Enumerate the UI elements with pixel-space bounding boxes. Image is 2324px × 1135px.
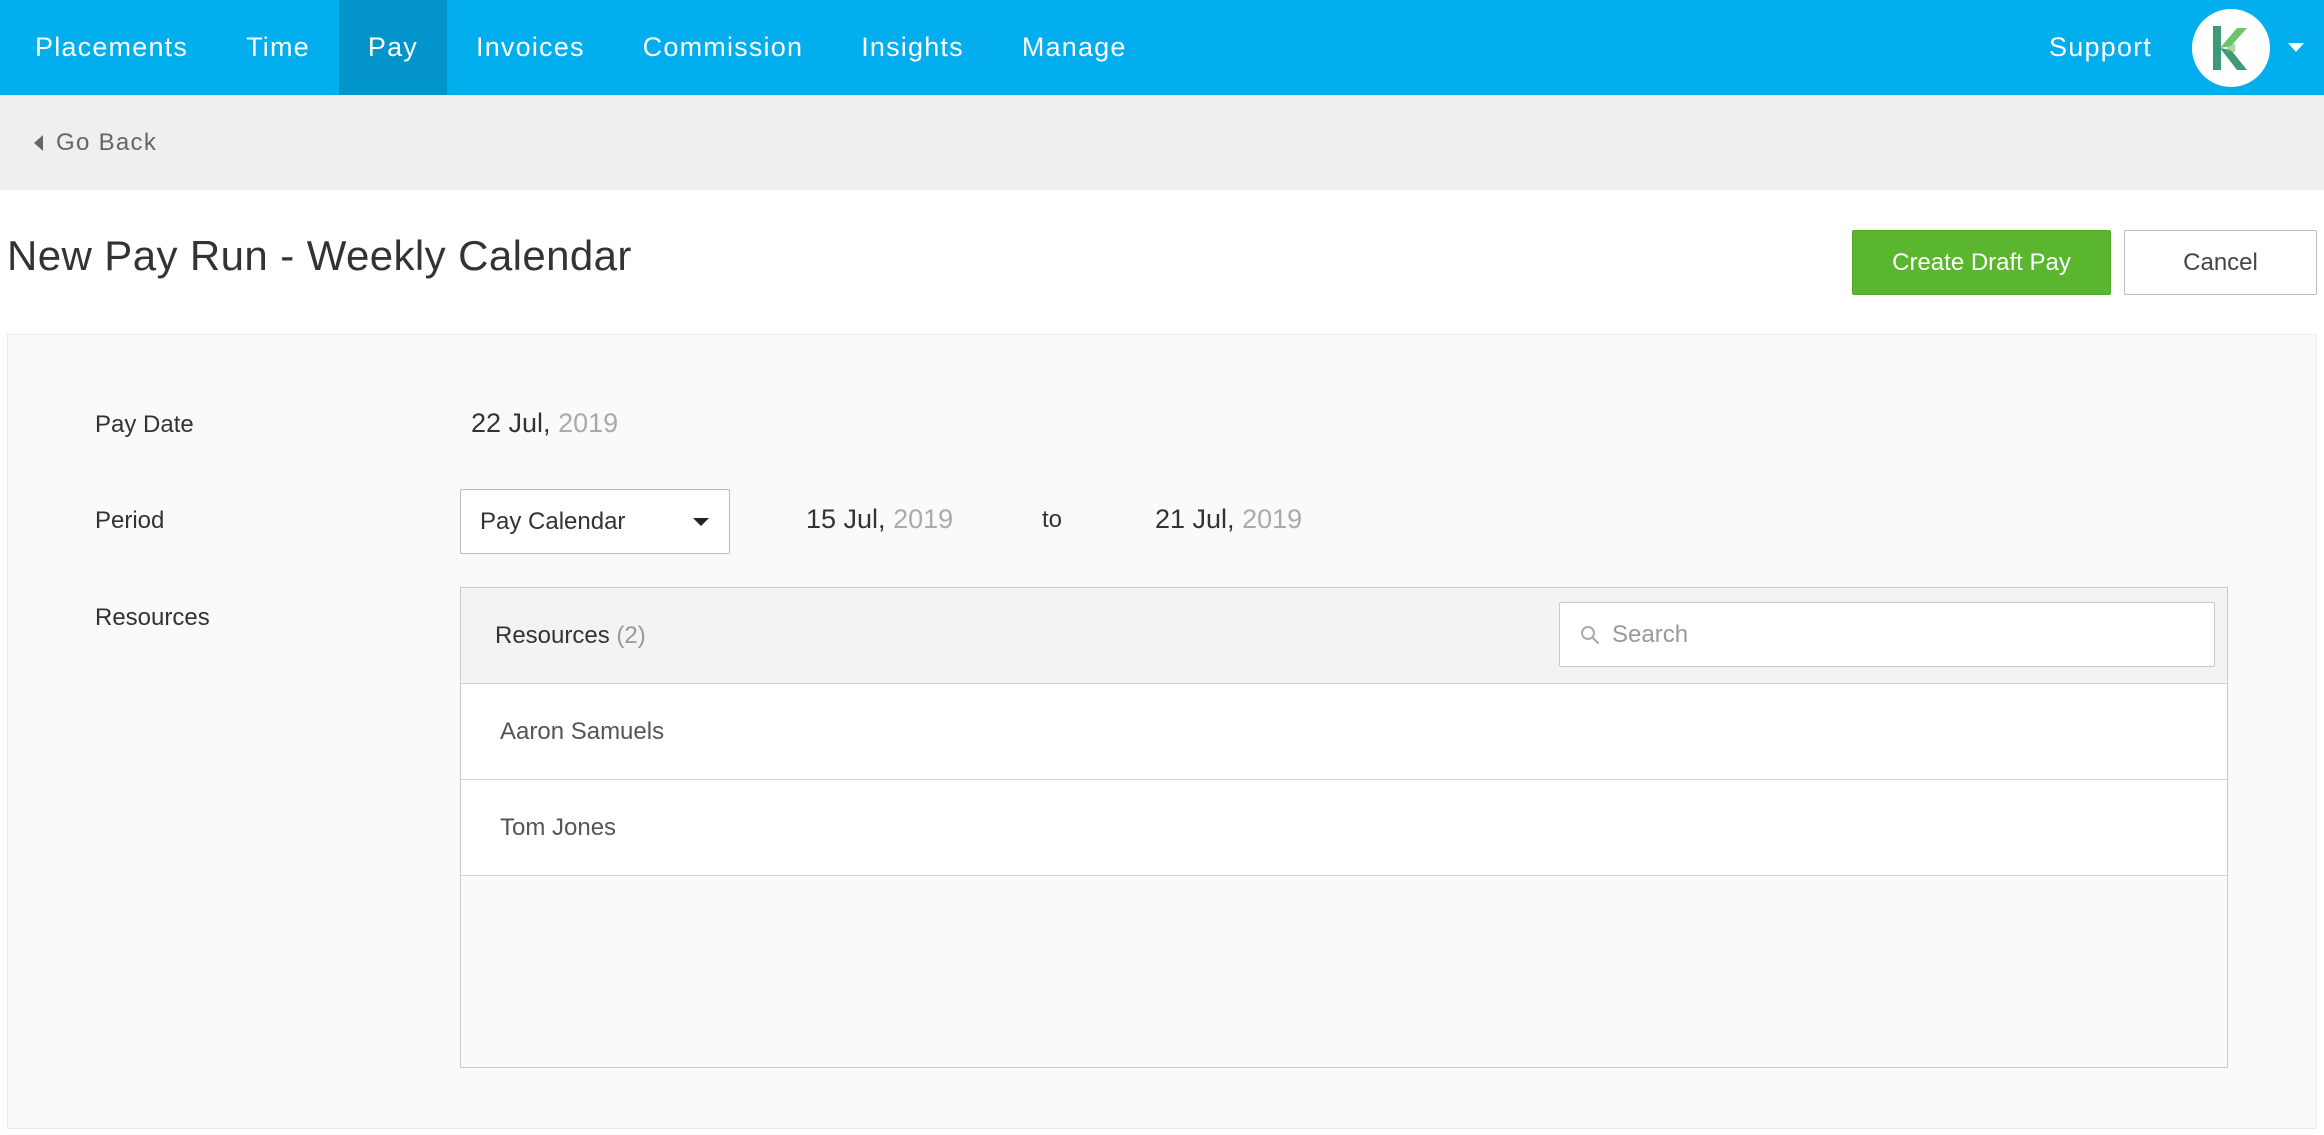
resources-title-text: Resources <box>495 622 610 649</box>
resources-list: Resources (2) Aaron Samuels Tom Jones <box>460 587 2228 1068</box>
resource-row-aaron-samuels[interactable]: Aaron Samuels <box>461 684 2227 780</box>
resources-list-header: Resources (2) <box>461 588 2227 684</box>
create-draft-pay-button[interactable]: Create Draft Pay <box>1852 230 2111 295</box>
resources-count: (2) <box>616 622 646 649</box>
nav-items: Placements Time Pay Invoices Commission … <box>0 0 1156 95</box>
caret-left-icon <box>34 134 43 151</box>
period-to-label: to <box>1042 506 1063 533</box>
period-start-day-month: 15 Jul, <box>806 504 886 534</box>
nav-item-manage[interactable]: Manage <box>993 0 1156 95</box>
resources-title: Resources (2) <box>495 622 646 650</box>
nav-item-commission[interactable]: Commission <box>614 0 833 95</box>
period-label: Period <box>95 507 165 534</box>
avatar[interactable] <box>2192 8 2270 87</box>
nav-item-time[interactable]: Time <box>217 0 339 95</box>
nav-item-pay[interactable]: Pay <box>338 0 447 95</box>
search-icon <box>1581 626 1600 645</box>
period-end-day-month: 21 Jul, <box>1155 504 1235 534</box>
resources-search-box[interactable] <box>1559 602 2215 667</box>
pay-date-year: 2019 <box>550 408 619 438</box>
period-start-date[interactable]: 15 Jul, 2019 <box>806 504 953 535</box>
cancel-button[interactable]: Cancel <box>2124 230 2317 295</box>
period-select[interactable]: Pay Calendar <box>460 489 730 554</box>
pay-date-day-month: 22 Jul, <box>471 408 551 438</box>
period-select-value: Pay Calendar <box>480 507 626 535</box>
page-title: New Pay Run - Weekly Calendar <box>7 232 632 279</box>
nav-item-insights[interactable]: Insights <box>832 0 993 95</box>
account-dropdown-caret-icon[interactable] <box>2288 43 2304 52</box>
resources-label: Resources <box>95 604 210 631</box>
period-end-year: 2019 <box>1234 504 1303 534</box>
go-back-link[interactable]: Go Back <box>34 129 157 157</box>
logo-k-icon <box>2213 25 2247 70</box>
period-start-year: 2019 <box>885 504 954 534</box>
go-back-label: Go Back <box>56 128 158 156</box>
pay-date-label: Pay Date <box>95 411 194 438</box>
resource-row-tom-jones[interactable]: Tom Jones <box>461 780 2227 876</box>
nav-right: Support <box>2049 0 2324 95</box>
nav-item-placements[interactable]: Placements <box>6 0 217 95</box>
search-input[interactable] <box>1612 603 2202 666</box>
sub-bar: Go Back <box>0 95 2324 190</box>
nav-item-invoices[interactable]: Invoices <box>447 0 614 95</box>
pay-date-value[interactable]: 22 Jul, 2019 <box>471 408 618 439</box>
chevron-down-icon <box>693 518 709 526</box>
top-navigation: Placements Time Pay Invoices Commission … <box>0 0 2324 95</box>
period-end-date[interactable]: 21 Jul, 2019 <box>1155 504 1302 535</box>
support-link[interactable]: Support <box>2049 32 2152 63</box>
